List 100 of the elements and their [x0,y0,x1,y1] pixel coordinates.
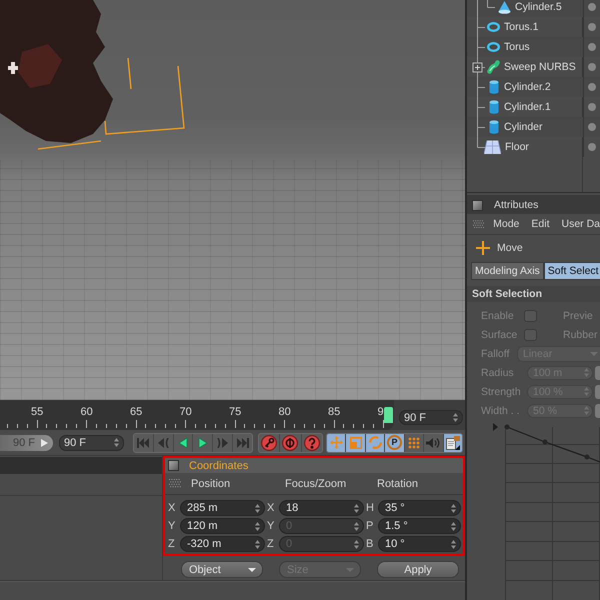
object-row[interactable]: Cylinder.5 [467,0,600,17]
curve-point[interactable] [504,424,510,430]
frame-number: 70 [180,406,192,418]
object-name: Floor [505,141,530,153]
autokey-button[interactable] [280,434,302,452]
speaker-icon [426,436,440,448]
skip-to-start-icon [137,438,150,448]
coordinate-field[interactable]: 120 m [180,518,265,534]
playhead-marker[interactable] [384,407,393,423]
scale-square-icon [350,436,362,448]
axis-label: X [267,502,276,514]
scale-key-button[interactable] [346,434,366,452]
object-row[interactable]: Cylinder [467,117,600,137]
coordinate-field[interactable]: 285 m [180,500,265,516]
panel-title: Coordinates [189,460,248,472]
go-to-start-button[interactable] [134,434,154,452]
sweep-tube-icon [487,60,500,74]
spinner-icon[interactable] [451,522,456,530]
visibility-dot-icon[interactable] [588,63,596,71]
torus-icon [487,22,500,32]
skip-to-end-icon [236,438,249,448]
caret-icon [248,568,256,572]
column-heading: Rotation [377,478,418,490]
coordinate-field[interactable]: 18 [279,500,364,516]
spinner-icon[interactable] [451,540,456,548]
tool-name: Move [497,242,523,254]
spinner-icon[interactable] [453,413,458,422]
object-name: Torus.1 [504,21,540,33]
coordinate-field[interactable]: 1.5 ° [378,518,461,534]
object-name: Cylinder.1 [504,101,552,113]
visibility-dot-icon[interactable] [588,23,596,31]
coordinate-field[interactable]: 35 ° [378,500,461,516]
column-heading: Position [191,478,230,490]
parameter-key-button[interactable]: P [385,434,405,452]
grip-icon[interactable] [169,479,181,488]
menu-item[interactable]: Mode [493,218,520,230]
coordinate-field[interactable]: -320 m [180,536,265,552]
panel-handle[interactable] [168,460,179,471]
object-name: Torus [504,41,531,53]
tab[interactable]: Modeling Axis [471,262,544,280]
triangle-icon[interactable] [493,423,498,431]
axis-label: X [168,502,176,514]
option-label: Previe [563,310,593,322]
frame-field[interactable]: 90 F [399,410,463,425]
spinner-icon[interactable] [354,504,359,512]
curve-point[interactable] [542,440,548,444]
menu-item[interactable]: Edit [531,218,550,230]
visibility-dot-icon[interactable] [588,103,596,111]
visibility-dot-icon[interactable] [588,123,596,131]
frame-number: 65 [130,406,142,418]
next-key-icon [216,438,229,448]
timeline-ruler[interactable]: 55 60 65 70 75 80 85 9 [0,400,394,430]
frame-field[interactable]: 90 F [59,434,124,450]
slider-track[interactable] [595,384,600,398]
axis-label: B [366,538,374,550]
slider-track[interactable] [595,366,600,380]
apply-button[interactable]: Apply [377,561,459,578]
object-name: Sweep NURBS [504,61,577,73]
rotation-key-button[interactable] [366,434,386,452]
tree-connector [477,37,486,57]
grip-icon[interactable] [473,220,484,228]
cylinder-icon [488,100,498,114]
spinner-icon[interactable] [255,504,260,512]
spinner-icon[interactable] [255,540,260,548]
panel-handle[interactable] [472,200,483,210]
option-label: Radius [481,366,515,378]
dropdown-button[interactable]: Object [181,561,263,578]
expand-icon[interactable] [472,62,482,72]
spinner-icon[interactable] [255,522,260,530]
record-key-button[interactable] [259,434,280,452]
option-label: Strength [481,386,522,398]
axis-label: Z [168,538,176,550]
floor-plane-icon [484,140,501,154]
help-button[interactable] [302,434,322,452]
coordinate-field[interactable]: 10 ° [378,536,461,552]
visibility-dot-icon[interactable] [588,143,596,151]
option-label: Falloff [481,348,510,360]
spinner-icon[interactable] [114,438,119,447]
menu-item[interactable]: User Da [561,218,600,230]
spinner-icon[interactable] [451,504,456,512]
visibility-dot-icon[interactable] [588,3,596,11]
curve-point[interactable] [584,454,590,460]
move-cross-icon [476,240,490,254]
axis-label: Y [168,520,176,532]
document-key-button[interactable] [444,434,462,452]
arrow-icon [41,438,48,446]
play-icon [196,438,209,448]
visibility-dot-icon[interactable] [588,83,596,91]
option-label: Surface [481,328,518,340]
panel-title: Attributes [494,199,538,211]
slider-track[interactable] [595,404,600,418]
axis-label: Z [267,538,275,550]
frame-number: 60 [80,406,93,418]
position-key-button[interactable] [327,434,346,452]
object-row[interactable]: Floor [467,137,600,157]
visibility-dot-icon[interactable] [588,43,596,51]
frame-number: 55 [31,406,44,418]
tab[interactable]: Soft Select [544,262,600,280]
object-row[interactable]: Cylinder.2 [467,77,600,97]
object-row[interactable]: Torus [467,37,600,57]
